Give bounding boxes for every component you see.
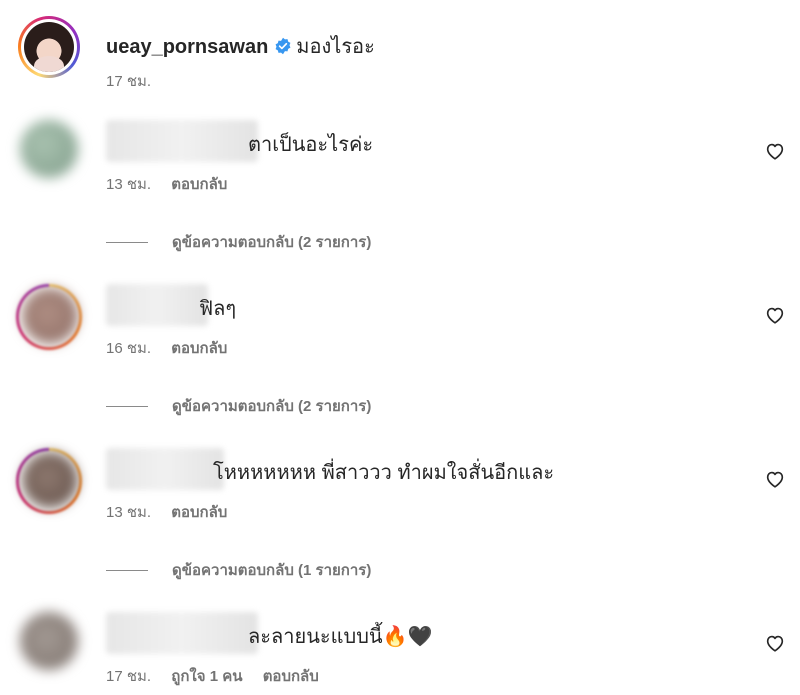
commenter-username-blurred[interactable] (106, 284, 208, 326)
reply-button[interactable]: ตอบกลับ (171, 504, 227, 521)
commenter-avatar[interactable] (22, 288, 78, 344)
commenter-avatar[interactable] (22, 452, 78, 508)
comment-timestamp: 13 ชม. (106, 504, 152, 521)
comment-item: ตาเป็นอะไรค่ะ 13 ชม. ตอบกลับ ดูข้อความตอ… (16, 120, 786, 280)
comment-timestamp: 17 ชม. (106, 668, 152, 685)
post-caption: ueay_pornsawan มองไรอะ 17 ชม. (16, 14, 776, 94)
heart-outline-icon[interactable] (764, 304, 786, 326)
view-replies-label: ดูข้อความตอบกลับ (2 รายการ) (172, 234, 372, 251)
comment-text: ฟิลๆ (199, 298, 237, 320)
caption-timestamp: 17 ชม. (106, 73, 152, 90)
commenter-avatar[interactable] (20, 120, 78, 178)
reply-button[interactable]: ตอบกลับ (171, 176, 227, 193)
commenter-username-blurred[interactable] (106, 120, 258, 162)
comment-text: ตาเป็นอะไรค่ะ (248, 134, 374, 156)
heart-outline-icon[interactable] (764, 140, 786, 162)
replies-divider (106, 569, 148, 571)
comment-meta: 13 ชม. ตอบกลับ (106, 172, 243, 196)
author-username[interactable]: ueay_pornsawan (106, 36, 268, 58)
comment-meta: 17 ชม. ถูกใจ 1 คน ตอบกลับ (106, 664, 335, 688)
comment-timestamp: 16 ชม. (106, 340, 152, 357)
likes-count[interactable]: ถูกใจ 1 คน (171, 668, 242, 685)
comment-item: ละลายนะแบบนี้🔥🖤 17 ชม. ถูกใจ 1 คน ตอบกลั… (16, 612, 786, 695)
caption-line: ueay_pornsawan มองไรอะ (106, 30, 375, 62)
reply-button[interactable]: ตอบกลับ (263, 668, 319, 685)
comment-meta: 16 ชม. ตอบกลับ (106, 336, 243, 360)
reply-button[interactable]: ตอบกลับ (171, 340, 227, 357)
heart-outline-icon[interactable] (764, 468, 786, 490)
heart-outline-icon[interactable] (764, 632, 786, 654)
commenter-username-blurred[interactable] (106, 448, 224, 490)
comment-item: โหหหหหหห พี่สาววว ทำผมใจสั่นอีกและ 13 ชม… (16, 448, 786, 608)
view-replies-label: ดูข้อความตอบกลับ (2 รายการ) (172, 398, 372, 415)
comment-meta: 13 ชม. ตอบกลับ (106, 500, 243, 524)
comment-text: โหหหหหหห พี่สาววว ทำผมใจสั่นอีกและ (213, 462, 555, 484)
view-replies-label: ดูข้อความตอบกลับ (1 รายการ) (172, 562, 372, 579)
replies-divider (106, 405, 148, 407)
comment-timestamp: 13 ชม. (106, 176, 152, 193)
view-replies-button[interactable]: ดูข้อความตอบกลับ (2 รายการ) (106, 230, 371, 254)
verified-badge-icon (275, 37, 291, 55)
author-avatar[interactable] (18, 16, 80, 78)
commenter-username-blurred[interactable] (106, 612, 258, 654)
view-replies-button[interactable]: ดูข้อความตอบกลับ (2 รายการ) (106, 394, 371, 418)
caption-text: มองไรอะ (296, 36, 375, 58)
comment-item: ฟิลๆ 16 ชม. ตอบกลับ ดูข้อความตอบกลับ (2 … (16, 284, 786, 444)
commenter-avatar[interactable] (20, 612, 78, 670)
replies-divider (106, 241, 148, 243)
comment-text: ละลายนะแบบนี้🔥🖤 (248, 626, 433, 648)
view-replies-button[interactable]: ดูข้อความตอบกลับ (1 รายการ) (106, 558, 371, 582)
